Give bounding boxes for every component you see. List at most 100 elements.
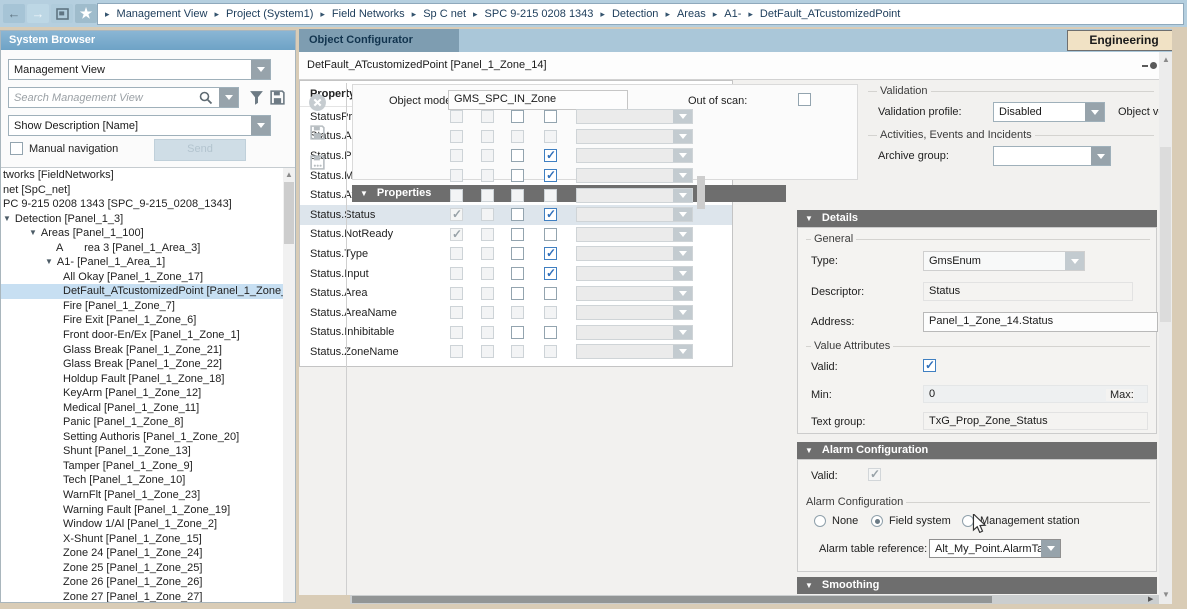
expand-arrow-icon[interactable]: ▼ [45,255,53,270]
ms-checkbox[interactable] [481,326,494,339]
radio-option-field-system[interactable]: Field system [871,515,951,527]
manual-navigation-checkbox[interactable] [10,142,23,155]
scroll-down-icon[interactable]: ▼ [1162,590,1170,599]
al-checkbox[interactable] [544,287,557,300]
vl-checkbox[interactable] [511,267,524,280]
search-icon[interactable] [199,91,213,105]
scrollbar-thumb[interactable] [352,596,992,603]
ms-checkbox[interactable] [481,110,494,123]
archive-group-dropdown[interactable] [993,146,1111,166]
tree-item[interactable]: ▼Detection [Panel_1_3] [1,212,283,227]
ms-checkbox[interactable] [481,149,494,162]
ms-checkbox[interactable] [481,169,494,182]
vl-checkbox[interactable] [511,189,524,202]
tree-item[interactable]: X-Shunt [Panel_1_Zone_15] [1,532,283,547]
vl-checkbox[interactable] [511,208,524,221]
details-section-header[interactable]: ▼Details [797,210,1157,227]
vl-checkbox[interactable] [511,130,524,143]
out-of-scan-checkbox[interactable] [798,93,811,106]
view-selector-dropdown[interactable]: Management View [8,59,271,80]
property-row[interactable]: Status.Input [300,264,732,284]
al-checkbox[interactable] [544,110,557,123]
save-search-icon[interactable] [269,89,286,106]
al-checkbox[interactable] [544,306,557,319]
tree-item[interactable]: Zone 25 [Panel_1_Zone_25] [1,561,283,576]
discard-changes-icon[interactable] [308,93,327,112]
tree-item[interactable]: A rea 3 [Panel_1_Area_3] [1,241,283,256]
fs-checkbox[interactable] [450,130,463,143]
vl-checkbox[interactable] [511,110,524,123]
tab-object-configurator[interactable]: Object Configurator [299,29,459,52]
tree-item[interactable]: Warning Fault [Panel_1_Zone_19] [1,503,283,518]
ms-checkbox[interactable] [481,247,494,260]
fs-checkbox[interactable] [450,228,463,241]
fs-checkbox[interactable] [450,345,463,358]
ms-checkbox[interactable] [481,267,494,280]
tree-item[interactable]: DetFault_ATcustomizedPoint [Panel_1_Zone… [1,284,283,299]
expand-arrow-icon[interactable]: ▼ [3,212,11,227]
breadcrumb-item[interactable]: DetFault_ATcustomizedPoint [760,8,900,20]
ms-checkbox[interactable] [481,306,494,319]
fs-checkbox[interactable] [450,208,463,221]
tree-item[interactable]: Zone 26 [Panel_1_Zone_26] [1,575,283,590]
table-scrollbar-thumb[interactable] [697,176,705,209]
tree-item[interactable]: Window 1/Al [Panel_1_Zone_2] [1,517,283,532]
breadcrumb-item[interactable]: Sp C net [423,8,466,20]
fs-checkbox[interactable] [450,110,463,123]
pin-icon[interactable] [1142,62,1157,69]
send-button[interactable]: Send [154,139,246,161]
tree-item[interactable]: Medical [Panel_1_Zone_11] [1,401,283,416]
property-row[interactable]: Status.AreaName [300,303,732,323]
al-checkbox[interactable] [544,345,557,358]
scroll-up-icon[interactable]: ▲ [285,170,293,179]
archive-group-dropdown[interactable] [576,148,693,163]
property-row[interactable]: Status.ZoneName [300,342,732,362]
property-row[interactable]: Status.Status [300,205,732,225]
al-checkbox[interactable] [544,208,557,221]
ms-checkbox[interactable] [481,189,494,202]
archive-group-dropdown[interactable] [576,207,693,222]
tree-item[interactable]: KeyArm [Panel_1_Zone_12] [1,386,283,401]
property-row[interactable]: Status.Area [300,283,732,303]
al-checkbox[interactable] [544,189,557,202]
al-checkbox[interactable] [544,247,557,260]
vl-checkbox[interactable] [511,326,524,339]
al-checkbox[interactable] [544,149,557,162]
bottom-horizontal-scrollbar[interactable]: ▶ [350,595,1159,604]
search-options-dropdown[interactable] [220,87,239,108]
archive-group-dropdown[interactable] [576,286,693,301]
radio-option-none[interactable]: None [814,515,858,527]
property-row[interactable]: Status.Type [300,244,732,264]
breadcrumb-item[interactable]: A1- [724,8,741,20]
tree-item[interactable]: Tech [Panel_1_Zone_10] [1,473,283,488]
fs-checkbox[interactable] [450,326,463,339]
tree-item[interactable]: ▼Areas [Panel_1_100] [1,226,283,241]
text-group-field[interactable]: TxG_Prop_Zone_Status [923,412,1148,430]
tree-item[interactable]: All Okay [Panel_1_Zone_17] [1,270,283,285]
al-checkbox[interactable] [544,267,557,280]
breadcrumb-item[interactable]: Areas [677,8,706,20]
ms-checkbox[interactable] [481,287,494,300]
breadcrumb-item[interactable]: SPC 9-215 0208 1343 [485,8,594,20]
archive-group-dropdown[interactable] [576,246,693,261]
tree-item[interactable]: PC 9-215 0208 1343 [SPC_9-215_0208_1343] [1,197,283,212]
properties-section-header[interactable]: ▼Properties [352,185,786,202]
archive-group-dropdown[interactable] [576,129,693,144]
al-checkbox[interactable] [544,228,557,241]
archive-group-dropdown[interactable] [576,344,693,359]
tree-item[interactable]: Setting Authoris [Panel_1_Zone_20] [1,430,283,445]
ms-checkbox[interactable] [481,345,494,358]
alarm-configuration-section-header[interactable]: ▼Alarm Configuration [797,442,1157,459]
tree-item[interactable]: Glass Break [Panel_1_Zone_21] [1,343,283,358]
tree-item[interactable]: Front door-En/Ex [Panel_1_Zone_1] [1,328,283,343]
vl-checkbox[interactable] [511,169,524,182]
address-field[interactable]: Panel_1_Zone_14.Status [923,312,1158,332]
save-as-icon[interactable] [309,154,326,171]
type-dropdown[interactable]: GmsEnum [923,251,1085,271]
alarm-valid-checkbox[interactable] [868,468,881,481]
favorites-button[interactable]: ★ [75,4,97,23]
tree-item[interactable]: Glass Break [Panel_1_Zone_22] [1,357,283,372]
property-row[interactable]: Status.Inhibitable [300,323,732,343]
scroll-right-icon[interactable]: ▶ [1148,595,1153,603]
tree-item[interactable]: tworks [FieldNetworks] [1,168,283,183]
